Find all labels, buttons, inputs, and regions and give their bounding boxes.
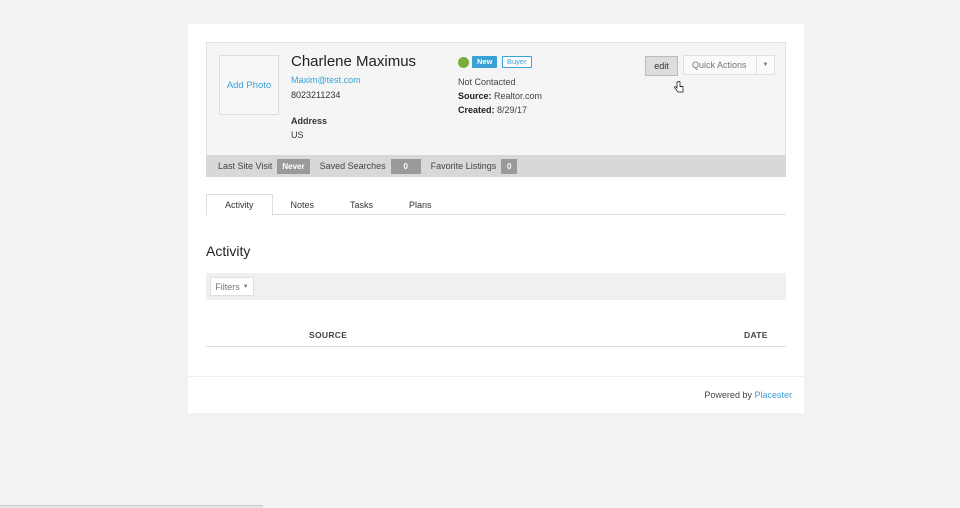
footer-divider xyxy=(188,376,804,377)
contact-name: Charlene Maximus xyxy=(291,53,417,70)
powered-by-label: Powered by xyxy=(704,390,752,400)
table-header-divider xyxy=(206,346,786,347)
favorite-listings-label: Favorite Listings xyxy=(430,161,497,171)
tab-tasks[interactable]: Tasks xyxy=(332,194,391,215)
activity-title: Activity xyxy=(206,243,251,259)
filter-bar: Filters ▼ xyxy=(206,273,786,300)
last-site-visit-label: Last Site Visit xyxy=(218,161,273,171)
column-header-date[interactable]: DATE xyxy=(744,330,768,340)
contact-phone: 8023211234 xyxy=(291,90,341,100)
contact-status: Not Contacted xyxy=(458,77,516,87)
footer: Powered by Placester xyxy=(704,390,792,400)
add-photo-button[interactable]: Add Photo xyxy=(219,55,279,115)
filters-dropdown[interactable]: Filters ▼ xyxy=(210,277,254,296)
saved-searches-count: 0 xyxy=(390,158,421,174)
filters-label: Filters xyxy=(215,281,240,292)
engagement-stats-bar: Last Site Visit Never Saved Searches 0 F… xyxy=(206,155,786,177)
hand-cursor-icon xyxy=(674,81,684,93)
created-value: 8/29/17 xyxy=(497,105,528,115)
contact-email-link[interactable]: Maxim@test.com xyxy=(291,75,361,85)
caret-down-icon: ▼ xyxy=(242,283,249,290)
status-dot-icon xyxy=(458,57,469,68)
contact-card: Add Photo Charlene Maximus Maxim@test.co… xyxy=(188,24,804,413)
tab-activity[interactable]: Activity xyxy=(206,194,273,216)
tab-plans[interactable]: Plans xyxy=(391,194,450,215)
quick-actions-label: Quick Actions xyxy=(692,60,747,70)
buyer-badge: Buyer xyxy=(502,56,532,68)
new-badge: New xyxy=(472,56,498,68)
placester-link[interactable]: Placester xyxy=(754,390,792,400)
source-label: Source: xyxy=(458,91,492,101)
source-value: Realtor.com xyxy=(494,91,543,101)
quick-actions-dropdown[interactable]: Quick Actions ▼ xyxy=(683,55,775,75)
chevron-down-icon[interactable]: ▼ xyxy=(756,56,774,74)
created-label: Created: xyxy=(458,105,495,115)
tab-notes[interactable]: Notes xyxy=(273,194,333,215)
lead-source: Source: Realtor.com xyxy=(458,91,542,101)
edit-button[interactable]: edit xyxy=(645,56,678,76)
created-date: Created: 8/29/17 xyxy=(458,105,527,115)
address-value: US xyxy=(291,130,304,140)
favorite-listings-count: 0 xyxy=(501,158,518,174)
last-site-visit-value: Never xyxy=(277,158,310,174)
contact-tabs: Activity Notes Tasks Plans xyxy=(206,194,786,216)
add-photo-label: Add Photo xyxy=(226,79,272,91)
column-header-source[interactable]: SOURCE xyxy=(309,330,347,340)
saved-searches-label: Saved Searches xyxy=(319,161,386,171)
address-label: Address xyxy=(291,116,328,126)
